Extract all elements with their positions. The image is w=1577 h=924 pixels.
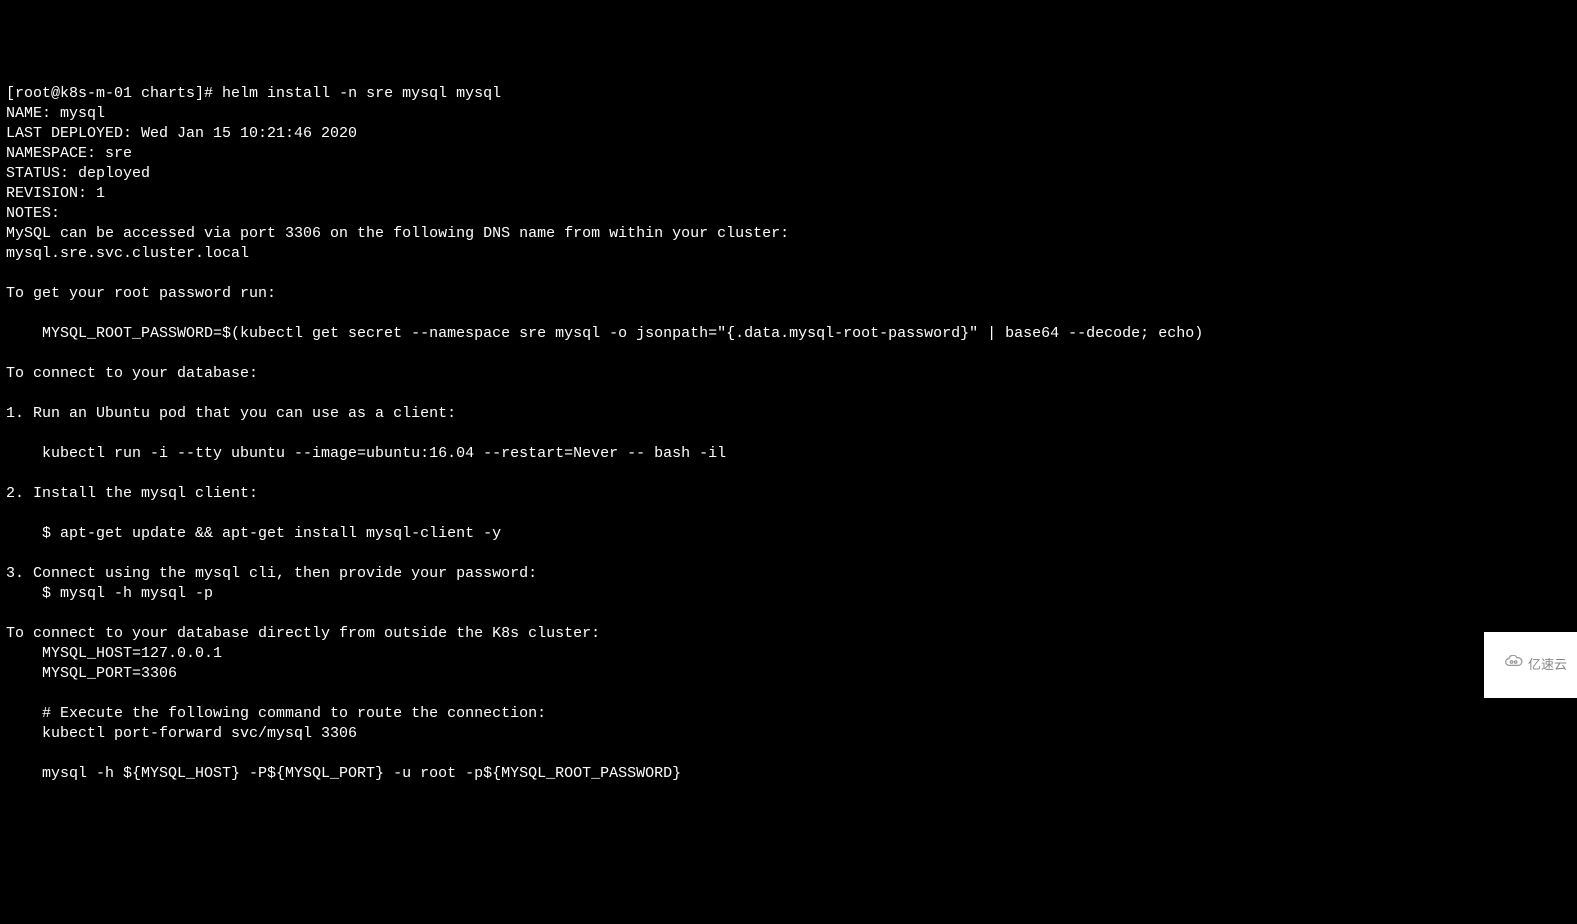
output-line-step1: 1. Run an Ubuntu pod that you can use as… — [6, 405, 456, 422]
output-line-last-deployed: LAST DEPLOYED: Wed Jan 15 10:21:46 2020 — [6, 125, 357, 142]
output-line-access-note: MySQL can be accessed via port 3306 on t… — [6, 225, 789, 242]
output-line-mysql-host: MYSQL_HOST=127.0.0.1 — [6, 645, 222, 662]
shell-command: helm install -n sre mysql mysql — [222, 85, 501, 102]
watermark-text: 亿速云 — [1528, 655, 1567, 675]
output-line-step2-cmd: $ apt-get update && apt-get install mysq… — [6, 525, 501, 542]
output-line-mysql-port: MYSQL_PORT=3306 — [6, 665, 177, 682]
output-line-status: STATUS: deployed — [6, 165, 150, 182]
output-line-route-comment: # Execute the following command to route… — [6, 705, 546, 722]
output-line-step3-cmd: $ mysql -h mysql -p — [6, 585, 213, 602]
output-line-revision: REVISION: 1 — [6, 185, 105, 202]
cloud-icon — [1490, 635, 1524, 695]
output-line-port-forward: kubectl port-forward svc/mysql 3306 — [6, 725, 357, 742]
output-line-notes-header: NOTES: — [6, 205, 60, 222]
shell-prompt: [root@k8s-m-01 charts]# — [6, 85, 222, 102]
output-line-root-pw-cmd: MYSQL_ROOT_PASSWORD=$(kubectl get secret… — [6, 325, 1203, 342]
output-line-dns-name: mysql.sre.svc.cluster.local — [6, 245, 249, 262]
output-line-root-pw-header: To get your root password run: — [6, 285, 276, 302]
terminal-output[interactable]: [root@k8s-m-01 charts]# helm install -n … — [6, 84, 1571, 784]
output-line-outside-header: To connect to your database directly fro… — [6, 625, 600, 642]
output-line-step1-cmd: kubectl run -i --tty ubuntu --image=ubun… — [6, 445, 726, 462]
watermark-badge: 亿速云 — [1484, 632, 1577, 698]
output-line-name: NAME: mysql — [6, 105, 105, 122]
output-line-connect-header: To connect to your database: — [6, 365, 258, 382]
output-line-namespace: NAMESPACE: sre — [6, 145, 132, 162]
output-line-step2: 2. Install the mysql client: — [6, 485, 258, 502]
output-line-step3: 3. Connect using the mysql cli, then pro… — [6, 565, 537, 582]
output-line-final-cmd: mysql -h ${MYSQL_HOST} -P${MYSQL_PORT} -… — [6, 765, 681, 782]
